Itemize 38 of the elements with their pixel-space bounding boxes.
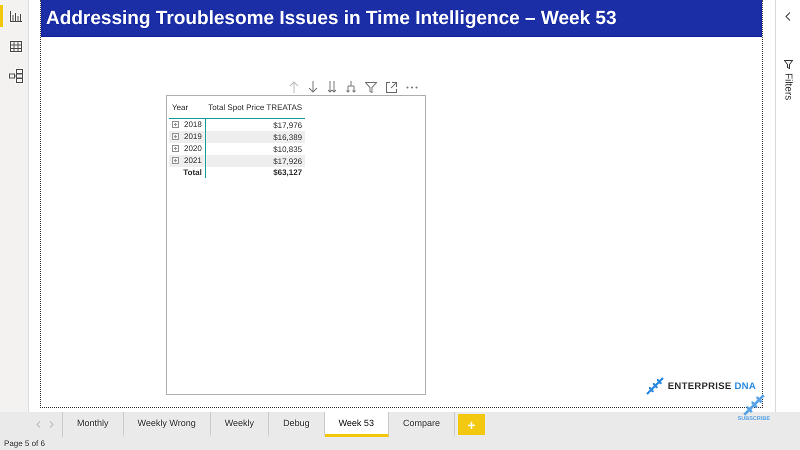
page-tab[interactable]: Weekly [210, 412, 270, 437]
page-tab[interactable]: Week 53 [324, 412, 389, 437]
chevron-left-icon[interactable] [785, 12, 791, 21]
focus-mode-icon[interactable] [386, 82, 397, 92]
expand-icon[interactable] [172, 121, 179, 128]
table-cell: 2019 [184, 132, 202, 141]
table-cell: 2020 [184, 144, 202, 153]
page-tab[interactable]: Compare [388, 412, 455, 437]
expand-icon[interactable] [172, 157, 179, 164]
filter-icon[interactable] [365, 82, 377, 92]
filter-icon [784, 60, 792, 69]
table-cell: 2021 [184, 156, 202, 165]
double-arrow-down-icon[interactable] [327, 81, 337, 93]
more-options-icon[interactable] [406, 86, 418, 88]
fork-arrow-icon[interactable] [346, 81, 356, 93]
dna-icon [646, 377, 664, 395]
filters-label[interactable]: Filters [782, 73, 794, 100]
bar-chart-icon[interactable] [10, 10, 22, 22]
total-value: $63,127 [205, 167, 306, 178]
table-cell: $16,389 [205, 131, 306, 143]
logo-text: ENTERPRISE [668, 380, 732, 392]
column-header: Year [169, 99, 206, 118]
table-icon[interactable] [10, 40, 22, 52]
report-title: Addressing Troublesome Issues in Time Intelligence – Week 53 [46, 8, 617, 30]
table-cell: $17,926 [205, 155, 306, 167]
arrow-down-icon[interactable] [308, 81, 318, 93]
expand-icon[interactable] [172, 133, 179, 140]
page-indicator: Page 5 of 6 [4, 439, 45, 448]
logo-text: DNA [734, 380, 756, 392]
column-header: Total Spot Price TREATAS [205, 99, 306, 118]
expand-icon[interactable] [172, 145, 179, 152]
model-icon[interactable] [8, 69, 22, 83]
dna-icon [742, 394, 765, 416]
page-tab[interactable]: Monthly [63, 412, 124, 437]
page-tab[interactable]: Weekly Wrong [124, 412, 211, 437]
table-cell: $10,835 [205, 143, 306, 155]
total-label: Total [169, 167, 206, 178]
table-cell: 2018 [184, 120, 202, 129]
